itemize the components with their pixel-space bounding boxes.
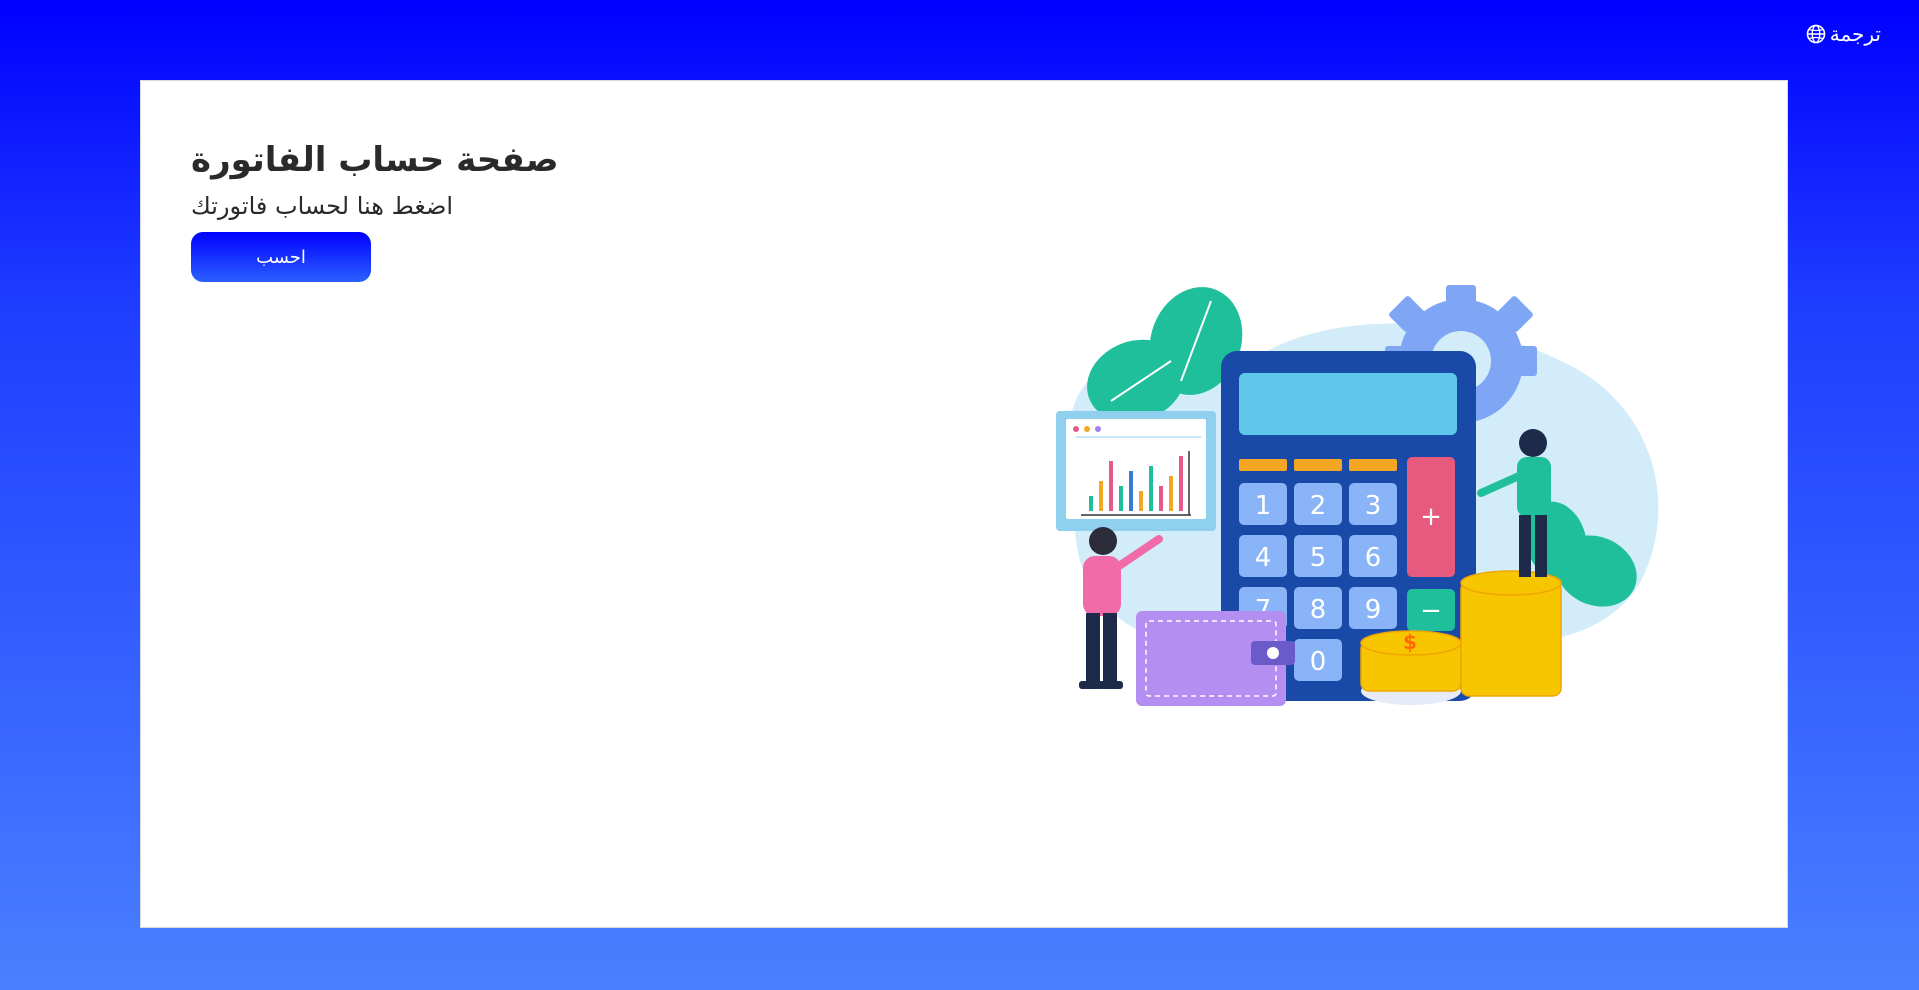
- calculate-button[interactable]: احسب: [191, 232, 371, 282]
- svg-text:0: 0: [1310, 647, 1327, 677]
- svg-text:6: 6: [1365, 543, 1382, 573]
- globe-icon: [1806, 24, 1826, 44]
- chart-panel-icon: [1056, 411, 1216, 531]
- svg-text:3: 3: [1365, 491, 1382, 521]
- svg-text:2: 2: [1310, 491, 1327, 521]
- calculator-illustration: 1 2 3 4 5 6 7 8 9 0 + − $: [1041, 271, 1681, 731]
- content-section: صفحة حساب الفاتورة اضغط هنا لحساب فاتورت…: [191, 136, 559, 282]
- svg-text:5: 5: [1310, 543, 1327, 573]
- svg-text:$: $: [1403, 630, 1417, 654]
- main-card: صفحة حساب الفاتورة اضغط هنا لحساب فاتورت…: [140, 80, 1788, 928]
- svg-text:8: 8: [1310, 595, 1327, 625]
- page-subtitle: اضغط هنا لحساب فاتورتك: [191, 192, 453, 220]
- wallet-icon: [1136, 611, 1295, 706]
- svg-text:9: 9: [1365, 595, 1382, 625]
- svg-text:−: −: [1420, 596, 1442, 626]
- translate-label: ترجمة: [1829, 22, 1881, 46]
- translate-button[interactable]: ترجمة: [1806, 22, 1881, 46]
- page-title: صفحة حساب الفاتورة: [191, 140, 559, 180]
- svg-text:+: +: [1420, 502, 1442, 532]
- svg-text:4: 4: [1255, 543, 1272, 573]
- svg-text:1: 1: [1255, 491, 1272, 521]
